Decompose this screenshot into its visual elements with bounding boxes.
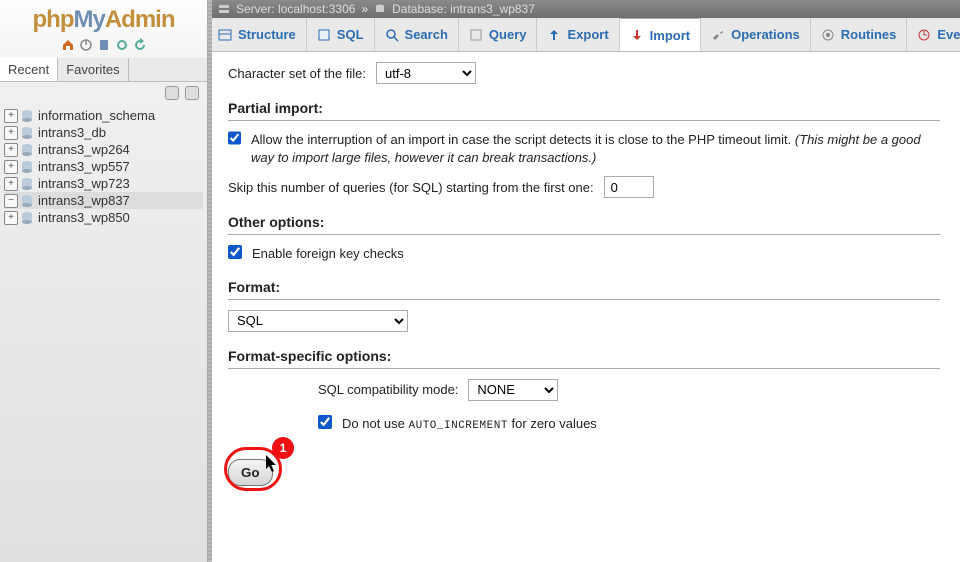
tree-item-wp557[interactable]: + intrans3_wp557 xyxy=(4,158,203,175)
routines-icon xyxy=(821,28,835,42)
export-icon xyxy=(547,28,561,42)
sidebar-toolbar xyxy=(0,82,207,107)
tree-item-wp837[interactable]: − intrans3_wp837 xyxy=(4,192,203,209)
database-icon xyxy=(20,211,34,225)
foreign-key-checkbox[interactable] xyxy=(228,245,242,259)
search-icon xyxy=(385,28,399,42)
breadcrumb-sep: » xyxy=(361,2,368,16)
breadcrumb: Server: localhost:3306 » Database: intra… xyxy=(208,0,960,18)
tab-structure[interactable]: Structure xyxy=(208,18,307,51)
tree-item-intrans3-db[interactable]: + intrans3_db xyxy=(4,124,203,141)
tab-export[interactable]: Export xyxy=(537,18,619,51)
pma-logo: phpMyAdmin xyxy=(0,0,207,36)
no-autoinc-label: Do not use AUTO_INCREMENT for zero value… xyxy=(342,415,597,434)
database-icon xyxy=(20,194,34,208)
logo-text-my: My xyxy=(73,6,104,33)
tree-item-wp264[interactable]: + intrans3_wp264 xyxy=(4,141,203,158)
query-icon xyxy=(469,28,483,42)
tree-label: intrans3_wp264 xyxy=(38,142,130,157)
no-autoinc-checkbox[interactable] xyxy=(318,415,332,429)
skip-queries-input[interactable] xyxy=(604,176,654,198)
database-icon xyxy=(20,109,34,123)
plus-icon[interactable]: + xyxy=(4,211,18,225)
logo-text-php: php xyxy=(33,6,74,33)
tab-query[interactable]: Query xyxy=(459,18,538,51)
format-select[interactable]: SQL xyxy=(228,310,408,332)
sql-compat-select[interactable]: NONE xyxy=(468,379,558,401)
plus-icon[interactable]: + xyxy=(4,126,18,140)
breadcrumb-db-link[interactable]: Database: intrans3_wp837 xyxy=(392,2,535,16)
tree-label: information_schema xyxy=(38,108,155,123)
plus-icon[interactable]: + xyxy=(4,109,18,123)
plus-icon[interactable]: + xyxy=(4,177,18,191)
main: Server: localhost:3306 » Database: intra… xyxy=(208,0,960,562)
tree-label: intrans3_wp837 xyxy=(38,193,130,208)
database-icon xyxy=(20,160,34,174)
database-icon xyxy=(374,3,386,15)
home-icon[interactable] xyxy=(61,38,75,52)
logout-icon[interactable] xyxy=(79,38,93,52)
server-icon xyxy=(218,3,230,15)
section-format: Format: xyxy=(228,279,940,300)
breadcrumb-server-link[interactable]: Server: localhost:3306 xyxy=(236,2,355,16)
tree-label: intrans3_db xyxy=(38,125,106,140)
tab-events[interactable]: Events xyxy=(907,18,960,51)
docs-icon[interactable] xyxy=(97,38,111,52)
foreign-key-label: Enable foreign key checks xyxy=(252,245,404,263)
tab-sql[interactable]: SQL xyxy=(307,18,375,51)
section-format-specific: Format-specific options: xyxy=(228,348,940,369)
plus-icon[interactable]: + xyxy=(4,160,18,174)
events-icon xyxy=(917,28,931,42)
database-icon xyxy=(20,177,34,191)
tab-import[interactable]: Import xyxy=(620,18,701,51)
sidebar-tabs: Recent Favorites xyxy=(0,58,207,82)
db-tree: + information_schema + intrans3_db + int… xyxy=(0,107,207,226)
allow-interrupt-checkbox[interactable] xyxy=(228,131,241,145)
tree-item-wp850[interactable]: + intrans3_wp850 xyxy=(4,209,203,226)
tree-label: intrans3_wp723 xyxy=(38,176,130,191)
sidebar-quick-icons xyxy=(0,36,207,58)
sidebar: phpMyAdmin Recent Favorites + informatio… xyxy=(0,0,208,562)
charset-select[interactable]: utf-8 xyxy=(376,62,476,84)
charset-label: Character set of the file: xyxy=(228,66,366,81)
operations-icon xyxy=(711,28,725,42)
section-other-options: Other options: xyxy=(228,214,940,235)
tab-routines[interactable]: Routines xyxy=(811,18,908,51)
plus-icon[interactable]: + xyxy=(4,143,18,157)
go-button[interactable]: Go xyxy=(228,459,273,486)
tab-search[interactable]: Search xyxy=(375,18,459,51)
collapse-icon[interactable] xyxy=(165,86,179,100)
tree-label: intrans3_wp850 xyxy=(38,210,130,225)
skip-queries-label: Skip this number of queries (for SQL) st… xyxy=(228,180,594,195)
annotation-badge: 1 xyxy=(272,437,294,459)
sidebar-tab-favorites[interactable]: Favorites xyxy=(58,58,128,81)
import-form: Character set of the file: utf-8 Partial… xyxy=(208,52,960,562)
sql-compat-label: SQL compatibility mode: xyxy=(318,382,458,397)
sidebar-tab-recent[interactable]: Recent xyxy=(0,58,58,81)
minus-icon[interactable]: − xyxy=(4,194,18,208)
import-icon xyxy=(630,28,644,42)
database-icon xyxy=(20,143,34,157)
tab-operations[interactable]: Operations xyxy=(701,18,811,51)
structure-icon xyxy=(218,28,232,42)
tree-item-wp723[interactable]: + intrans3_wp723 xyxy=(4,175,203,192)
tree-label: intrans3_wp557 xyxy=(38,159,130,174)
section-partial-import: Partial import: xyxy=(228,100,940,121)
reload-icon[interactable] xyxy=(133,38,147,52)
tree-item-information-schema[interactable]: + information_schema xyxy=(4,107,203,124)
allow-interrupt-label: Allow the interruption of an import in c… xyxy=(251,131,940,166)
database-icon xyxy=(20,126,34,140)
main-tabs: Structure SQL Search Query Export Import… xyxy=(208,18,960,52)
sql-icon xyxy=(317,28,331,42)
link-icon[interactable] xyxy=(185,86,199,100)
settings-icon[interactable] xyxy=(115,38,129,52)
logo-text-admin: Admin xyxy=(105,6,175,33)
